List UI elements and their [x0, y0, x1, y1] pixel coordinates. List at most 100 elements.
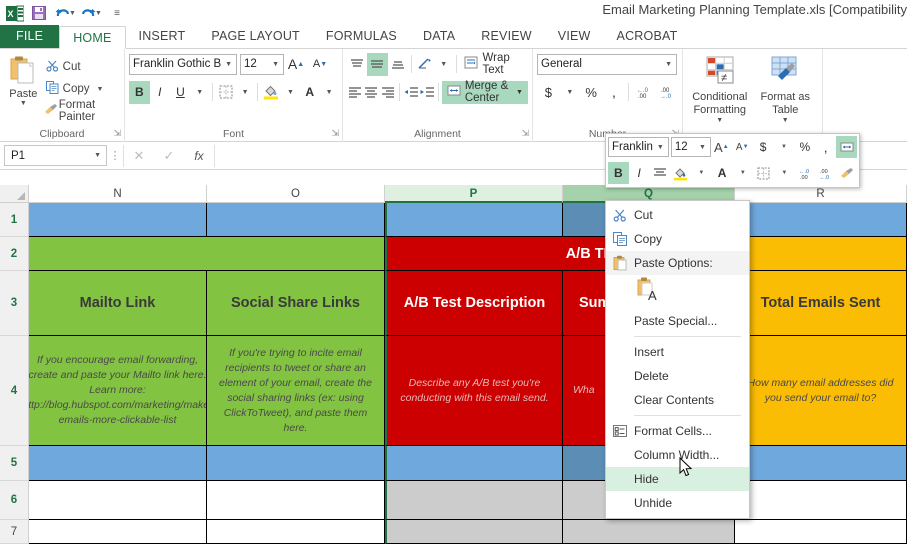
- cell-r6[interactable]: [735, 481, 907, 520]
- font-size-combo[interactable]: 12 ▼: [240, 53, 284, 75]
- cell-o7[interactable]: [207, 520, 385, 544]
- mini-fill-color-button[interactable]: [670, 162, 691, 184]
- alignment-dialog-launcher[interactable]: ⇲: [521, 128, 529, 139]
- format-as-table-dropdown-arrow[interactable]: ▼: [782, 117, 789, 124]
- tab-view[interactable]: VIEW: [545, 25, 604, 48]
- mini-align-button[interactable]: [650, 162, 671, 184]
- name-box[interactable]: P1 ▼: [4, 145, 107, 166]
- cell-r2[interactable]: [735, 237, 907, 271]
- copy-dropdown-arrow[interactable]: ▼: [97, 86, 104, 93]
- conditional-formatting-dropdown-arrow[interactable]: ▼: [716, 117, 723, 124]
- mini-font-color-button[interactable]: A: [712, 162, 733, 184]
- redo-dropdown-arrow[interactable]: ▼: [95, 10, 102, 17]
- tab-formulas[interactable]: FORMULAS: [313, 25, 410, 48]
- conditional-formatting-button[interactable]: ≠ Conditional Formatting ▼: [687, 52, 753, 142]
- font-name-combo[interactable]: Franklin Gothic B ▼: [129, 53, 237, 75]
- mini-bold-button[interactable]: B: [608, 162, 629, 184]
- format-painter-button[interactable]: Format Painter: [43, 99, 120, 123]
- italic-button[interactable]: I: [150, 81, 171, 104]
- borders-button[interactable]: [216, 81, 237, 104]
- paste-dropdown-arrow[interactable]: ▼: [20, 100, 27, 107]
- number-format-combo[interactable]: General ▼: [537, 53, 677, 75]
- cell-o4[interactable]: If you're trying to incite email recipie…: [207, 336, 385, 446]
- decrease-font-size-button[interactable]: A ▼: [308, 53, 332, 76]
- undo-dropdown-arrow[interactable]: ▼: [69, 10, 76, 17]
- font-dialog-launcher[interactable]: ⇲: [331, 128, 339, 139]
- row-header-3[interactable]: 3: [0, 271, 29, 336]
- format-as-table-button[interactable]: Format as Table ▼: [753, 52, 819, 142]
- column-header-n[interactable]: N: [29, 185, 207, 203]
- undo-button[interactable]: ▼: [52, 2, 78, 24]
- cell-n5[interactable]: [29, 446, 207, 481]
- wrap-text-button[interactable]: Wrap Text: [459, 52, 528, 76]
- insert-function-icon[interactable]: fx: [184, 149, 214, 163]
- mini-borders-dropdown-arrow[interactable]: ▼: [774, 162, 795, 184]
- select-all-button[interactable]: [0, 185, 29, 203]
- mini-font-color-dropdown-arrow[interactable]: ▼: [733, 162, 754, 184]
- chevron-down-icon[interactable]: ▼: [695, 144, 710, 151]
- context-menu-item-copy[interactable]: Copy: [606, 227, 749, 251]
- orientation-button[interactable]: [415, 53, 435, 76]
- chevron-down-icon[interactable]: ▼: [653, 144, 668, 151]
- redo-button[interactable]: ▼: [78, 2, 104, 24]
- column-header-p[interactable]: P: [385, 185, 563, 203]
- context-menu-item-column-width[interactable]: Column Width...: [606, 443, 749, 467]
- align-top-button[interactable]: [347, 53, 367, 76]
- context-menu-item-cut[interactable]: Cut: [606, 203, 749, 227]
- tab-home[interactable]: HOME: [59, 26, 126, 49]
- cell-n6[interactable]: [29, 481, 207, 520]
- bold-button[interactable]: B: [129, 80, 150, 104]
- decrease-indent-button[interactable]: [403, 81, 419, 104]
- cell-o6[interactable]: [207, 481, 385, 520]
- context-menu-item-hide[interactable]: Hide: [606, 467, 749, 491]
- comma-style-button[interactable]: ,: [603, 81, 626, 104]
- mini-format-painter-button[interactable]: [836, 162, 857, 184]
- borders-dropdown-arrow[interactable]: ▼: [236, 81, 254, 104]
- align-right-button[interactable]: [380, 81, 396, 104]
- save-button[interactable]: [26, 2, 52, 24]
- orientation-dropdown-arrow[interactable]: ▼: [435, 53, 453, 76]
- cell-n3[interactable]: Mailto Link: [29, 271, 207, 336]
- context-menu-item-format-cells[interactable]: Format Cells...: [606, 419, 749, 443]
- row-header-5[interactable]: 5: [0, 446, 29, 481]
- percent-style-button[interactable]: %: [580, 81, 603, 104]
- context-menu-item-unhide[interactable]: Unhide: [606, 491, 749, 515]
- chevron-down-icon[interactable]: ▼: [221, 61, 236, 68]
- chevron-down-icon[interactable]: ▼: [661, 61, 676, 68]
- cell-o5[interactable]: [207, 446, 385, 481]
- cell-o3[interactable]: Social Share Links: [207, 271, 385, 336]
- mini-decrease-font-size-button[interactable]: A ▼: [732, 136, 753, 158]
- cell-p5[interactable]: [385, 446, 563, 481]
- row-header-4[interactable]: 4: [0, 336, 29, 446]
- align-middle-button[interactable]: [367, 52, 388, 76]
- underline-button[interactable]: U: [170, 81, 191, 104]
- mini-accounting-dropdown-arrow[interactable]: ▼: [774, 136, 795, 158]
- align-center-button[interactable]: [363, 81, 379, 104]
- cell-n7[interactable]: [29, 520, 207, 544]
- fill-color-dropdown-arrow[interactable]: ▼: [282, 81, 300, 104]
- paste-values-icon[interactable]: A: [636, 276, 662, 309]
- underline-dropdown-arrow[interactable]: ▼: [191, 81, 209, 104]
- tab-review[interactable]: REVIEW: [468, 25, 545, 48]
- merge-dropdown-arrow[interactable]: ▼: [516, 89, 523, 96]
- mini-font-size-combo[interactable]: 12 ▼: [670, 137, 711, 157]
- cell-p1[interactable]: [385, 203, 563, 237]
- mini-fill-color-dropdown-arrow[interactable]: ▼: [691, 162, 712, 184]
- context-menu-item-clear-contents[interactable]: Clear Contents: [606, 388, 749, 412]
- chevron-down-icon[interactable]: ▼: [89, 152, 106, 159]
- cell-o1[interactable]: [207, 203, 385, 237]
- mini-increase-font-size-button[interactable]: A ▲: [711, 136, 732, 158]
- clipboard-dialog-launcher[interactable]: ⇲: [113, 128, 121, 139]
- context-menu-item-insert[interactable]: Insert: [606, 340, 749, 364]
- cell-q7[interactable]: [563, 520, 735, 544]
- row-header-2[interactable]: 2: [0, 237, 29, 271]
- cell-p3[interactable]: A/B Test Description: [385, 271, 563, 336]
- row-header-1[interactable]: 1: [0, 203, 29, 237]
- mini-borders-button[interactable]: [753, 162, 774, 184]
- customize-quick-access-toolbar-button[interactable]: ≡: [104, 2, 130, 24]
- accounting-format-button[interactable]: $: [537, 81, 560, 104]
- context-menu-item-paste-special[interactable]: Paste Special...: [606, 309, 749, 333]
- font-color-button[interactable]: A: [299, 81, 320, 104]
- increase-decimal-button[interactable]: ←.0.00: [632, 81, 655, 104]
- column-header-o[interactable]: O: [207, 185, 385, 203]
